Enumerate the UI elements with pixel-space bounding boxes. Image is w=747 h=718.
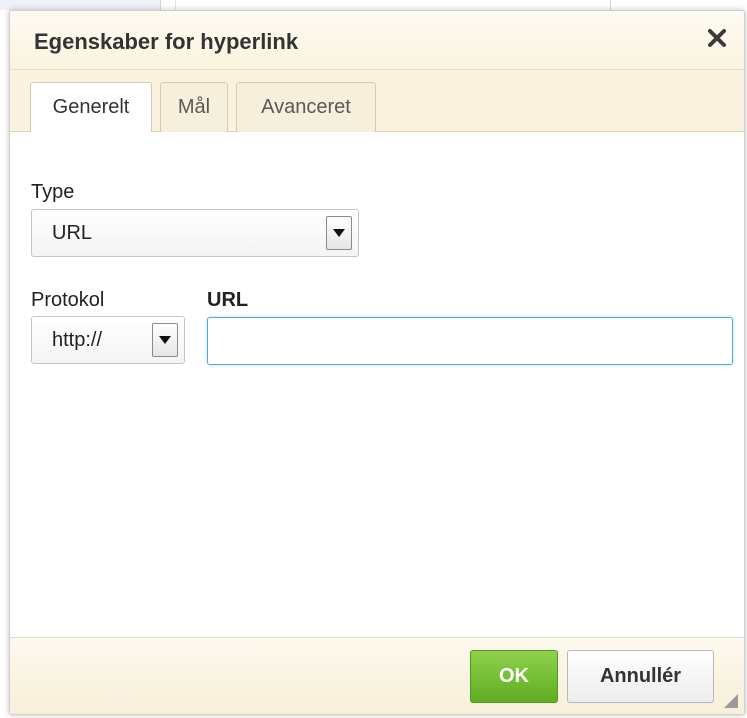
type-select[interactable]: URL: [31, 209, 359, 257]
type-select-dropdown-button[interactable]: [326, 216, 352, 250]
dialog-footer: OK Annullér: [10, 637, 744, 714]
tab-maal[interactable]: Mål: [160, 82, 228, 132]
chevron-down-icon: [159, 336, 171, 344]
url-input[interactable]: [207, 317, 733, 365]
tab-avanceret[interactable]: Avanceret: [236, 82, 376, 132]
background-divider: [610, 0, 611, 10]
dialog-titlebar[interactable]: Egenskaber for hyperlink: [10, 11, 744, 70]
url-label: URL: [207, 289, 249, 311]
background-page-edge: [0, 0, 747, 10]
hyperlink-dialog: Egenskaber for hyperlink Generelt Mål Av…: [9, 10, 745, 715]
background-divider: [175, 0, 176, 10]
protokol-select[interactable]: http://: [31, 316, 185, 364]
dialog-title: Egenskaber for hyperlink: [34, 29, 299, 54]
screen: Egenskaber for hyperlink Generelt Mål Av…: [0, 0, 747, 718]
tab-generelt[interactable]: Generelt: [30, 82, 152, 133]
close-button[interactable]: [704, 25, 730, 51]
close-icon: [708, 29, 726, 47]
resize-grip-icon[interactable]: [724, 694, 738, 708]
cancel-button[interactable]: Annullér: [567, 650, 714, 703]
type-select-value: URL: [52, 221, 93, 244]
type-label: Type: [31, 181, 75, 203]
chevron-down-icon: [333, 229, 345, 237]
background-toolbar-strip: [0, 0, 160, 10]
tab-strip: Generelt Mål Avanceret: [10, 70, 744, 133]
ok-button[interactable]: OK: [470, 650, 558, 703]
tab-panel-generelt: Type URL Protokol http:// URL: [10, 132, 744, 637]
protokol-label: Protokol: [31, 289, 105, 311]
protokol-select-dropdown-button[interactable]: [152, 323, 178, 357]
protokol-select-value: http://: [52, 328, 103, 351]
background-divider: [160, 0, 161, 10]
